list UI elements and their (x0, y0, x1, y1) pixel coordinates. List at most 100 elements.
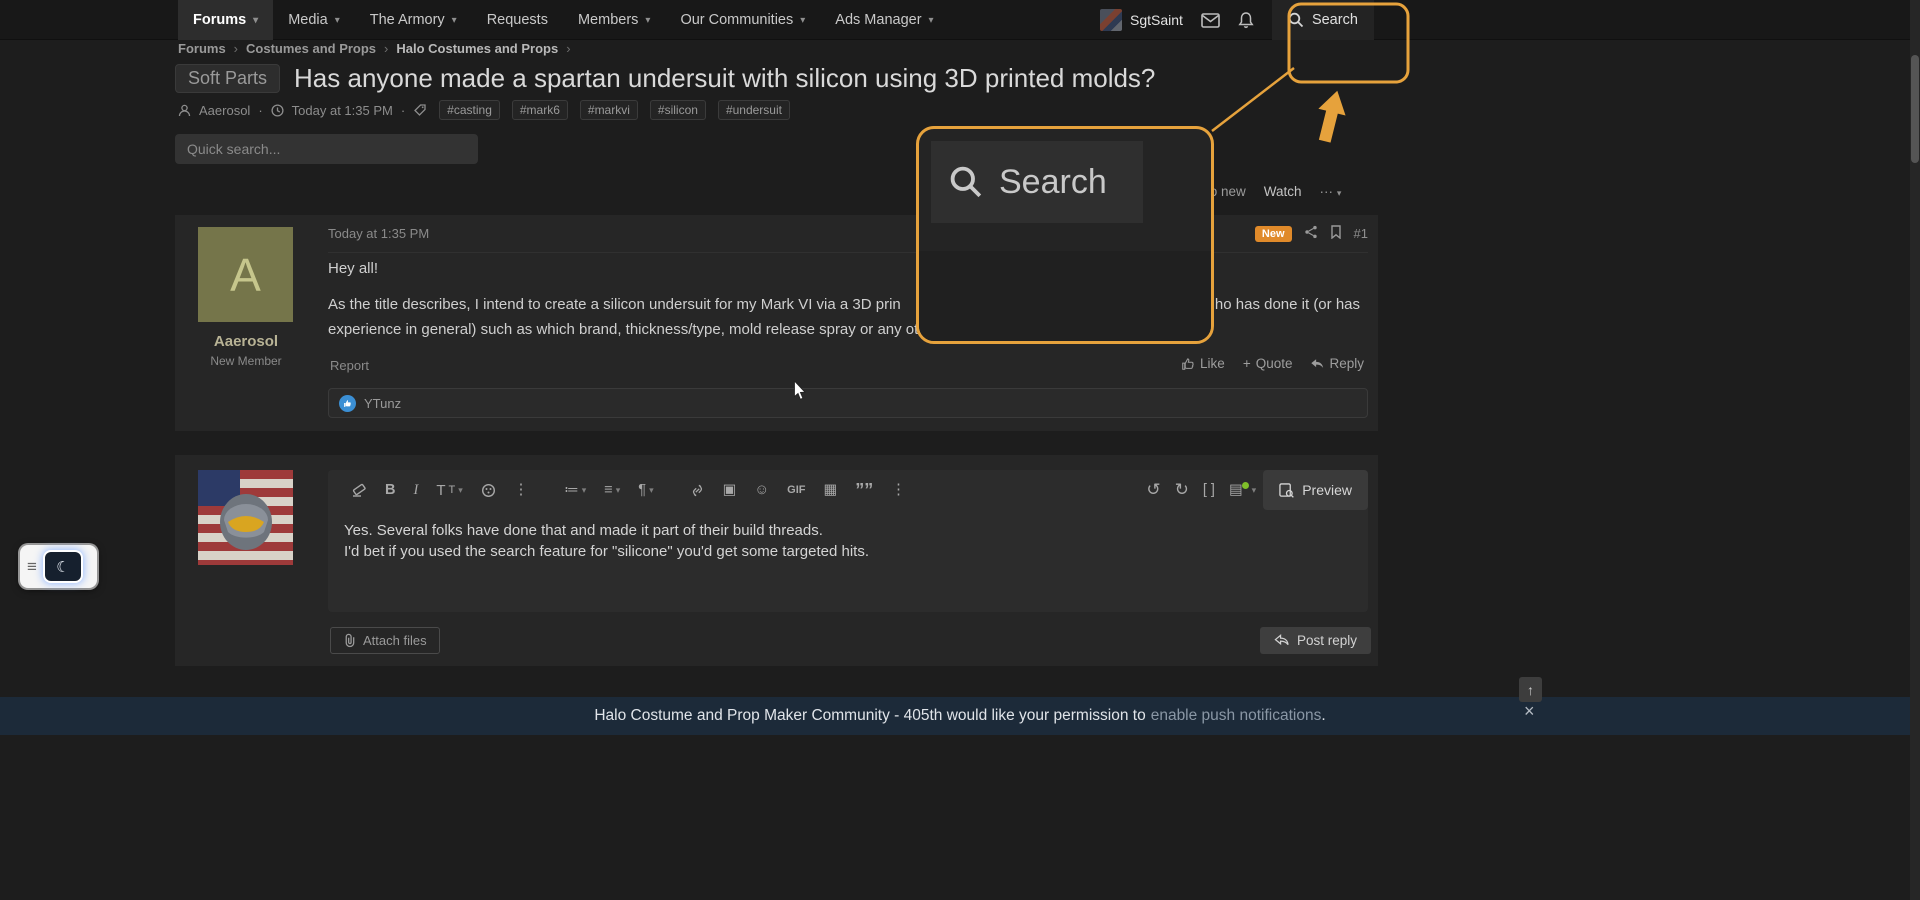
post-timestamp[interactable]: Today at 1:35 PM (328, 226, 429, 241)
insert-image-icon[interactable]: ▣ (716, 470, 744, 510)
account-menu[interactable]: SgtSaint (1100, 9, 1183, 31)
thread-more-menu[interactable]: ··· ▾ (1320, 184, 1342, 199)
preview-button[interactable]: Preview (1263, 470, 1368, 510)
post-greeting: Hey all! (328, 260, 378, 277)
drafts-icon[interactable]: ▤ ▾ (1222, 470, 1263, 510)
chevron-down-icon: ▾ (649, 485, 654, 496)
reply-button[interactable]: Reply (1310, 356, 1364, 371)
redo-icon[interactable]: ↻ (1168, 470, 1196, 510)
nav-item-armory[interactable]: The Armory ▾ (355, 0, 472, 40)
hamburger-icon[interactable]: ≡ (27, 557, 37, 577)
like-button[interactable]: Like (1181, 356, 1225, 371)
editor-content[interactable]: Yes. Several folks have done that and ma… (344, 520, 1352, 562)
search-label: Search (1312, 12, 1358, 28)
scroll-to-top-button[interactable]: ↑ (1519, 677, 1542, 702)
close-icon[interactable]: × (1524, 701, 1535, 722)
preview-label: Preview (1302, 482, 1352, 498)
quote-label: Quote (1256, 356, 1293, 371)
quote-block-icon[interactable]: ”” (848, 470, 880, 510)
plus-icon: + (1243, 356, 1251, 371)
breadcrumb-forums[interactable]: Forums (178, 41, 226, 56)
nav-label: Requests (487, 12, 548, 28)
chevron-down-icon[interactable]: ▾ (253, 15, 258, 26)
thread-date[interactable]: Today at 1:35 PM (292, 103, 393, 118)
enable-push-link[interactable]: enable push notifications (1151, 707, 1322, 725)
scrollbar-thumb[interactable] (1911, 55, 1919, 163)
breadcrumb-halo-costumes[interactable]: Halo Costumes and Props (396, 41, 558, 56)
reactions-bar[interactable]: YTunz (328, 388, 1368, 418)
quote-button[interactable]: + Quote (1243, 356, 1293, 371)
chevron-down-icon: ▾ (335, 15, 340, 26)
italic-icon[interactable]: I (406, 470, 425, 510)
forum-page: Forums ▾ Media ▾ The Armory ▾ Requests M… (0, 0, 1920, 900)
alerts-bell-icon[interactable] (1238, 12, 1254, 29)
text-color-icon[interactable] (474, 470, 503, 510)
callout-search-label: Search (999, 163, 1107, 202)
like-label: Like (1200, 356, 1225, 371)
tag-silicon[interactable]: #silicon (650, 100, 706, 120)
rich-text-editor[interactable]: B I TT ▾ ⋮ ≔▾ ≡▾ ¶▾ ▣ ☺ (328, 470, 1368, 612)
more-options2-icon[interactable]: ⋮ (884, 470, 913, 510)
nav-item-forums[interactable]: Forums ▾ (178, 0, 273, 40)
list-icon[interactable]: ≔▾ (557, 470, 593, 510)
nav-item-media[interactable]: Media ▾ (273, 0, 355, 40)
dark-mode-toggle[interactable]: ☾ (45, 552, 81, 581)
post-author-name[interactable]: Aaerosol (175, 333, 317, 350)
tag-undersuit[interactable]: #undersuit (718, 100, 790, 120)
reaction-user[interactable]: YTunz (364, 396, 401, 411)
user-avatar (1100, 9, 1122, 31)
chevron-down-icon: ▾ (645, 15, 650, 26)
insert-link-icon[interactable] (683, 470, 712, 510)
emoji-icon[interactable]: ☺ (747, 470, 776, 510)
nav-label: Ads Manager (835, 12, 921, 28)
bold-icon[interactable]: B (378, 470, 402, 510)
gif-icon[interactable]: GIF (780, 470, 812, 510)
page-title: Has anyone made a spartan undersuit with… (294, 63, 1155, 94)
share-icon[interactable] (1304, 225, 1318, 242)
inbox-envelope-icon[interactable] (1201, 13, 1220, 28)
avatar[interactable]: A (198, 227, 293, 322)
preview-icon (1279, 483, 1294, 498)
thread-author[interactable]: Aaerosol (199, 103, 250, 118)
avatar[interactable] (198, 470, 293, 565)
editor-toolbar: B I TT ▾ ⋮ ≔▾ ≡▾ ¶▾ ▣ ☺ (328, 470, 1368, 510)
insert-media-icon[interactable]: ▦ (816, 470, 844, 510)
search-icon (1288, 12, 1304, 28)
paperclip-icon (343, 633, 356, 648)
chevron-down-icon: ▾ (1337, 188, 1342, 198)
chevron-down-icon: ▾ (452, 15, 457, 26)
tag-mark6[interactable]: #mark6 (512, 100, 568, 120)
post-reply-button[interactable]: Post reply (1260, 627, 1371, 654)
tag-markvi[interactable]: #markvi (580, 100, 638, 120)
post-reply-label: Post reply (1297, 633, 1357, 648)
bookmark-icon[interactable] (1330, 225, 1342, 242)
report-link[interactable]: Report (330, 358, 369, 373)
nav-item-requests[interactable]: Requests (472, 0, 563, 40)
moon-icon: ☾ (56, 558, 69, 576)
reply-label: Reply (1329, 356, 1364, 371)
bbcode-icon[interactable]: [ ] (1196, 470, 1222, 510)
paragraph-format-icon[interactable]: ¶▾ (631, 470, 660, 510)
alignment-icon[interactable]: ≡▾ (597, 470, 627, 510)
like-reaction-icon (339, 395, 356, 412)
text-size-icon[interactable]: TT ▾ (429, 470, 469, 510)
nav-item-members[interactable]: Members ▾ (563, 0, 665, 40)
person-icon (178, 104, 191, 117)
more-options-icon[interactable]: ⋮ (507, 470, 536, 510)
meta-separator: · (258, 103, 262, 118)
breadcrumb-costumes[interactable]: Costumes and Props (246, 41, 376, 56)
thread-prefix-badge[interactable]: Soft Parts (175, 64, 280, 93)
attach-files-button[interactable]: Attach files (330, 627, 440, 654)
search-button[interactable]: Search (1272, 0, 1374, 40)
chevron-down-icon: ▾ (458, 485, 463, 496)
remove-format-icon[interactable] (344, 470, 374, 510)
watch-button[interactable]: Watch (1264, 184, 1302, 199)
nav-item-our-communities[interactable]: Our Communities ▾ (665, 0, 820, 40)
attach-files-label: Attach files (363, 633, 427, 648)
nav-item-ads-manager[interactable]: Ads Manager ▾ (820, 0, 948, 40)
quick-search-input[interactable] (175, 134, 478, 164)
undo-icon[interactable]: ↺ (1139, 470, 1167, 510)
tag-icon (413, 103, 427, 117)
tag-casting[interactable]: #casting (439, 100, 500, 120)
post-number[interactable]: #1 (1354, 226, 1368, 241)
